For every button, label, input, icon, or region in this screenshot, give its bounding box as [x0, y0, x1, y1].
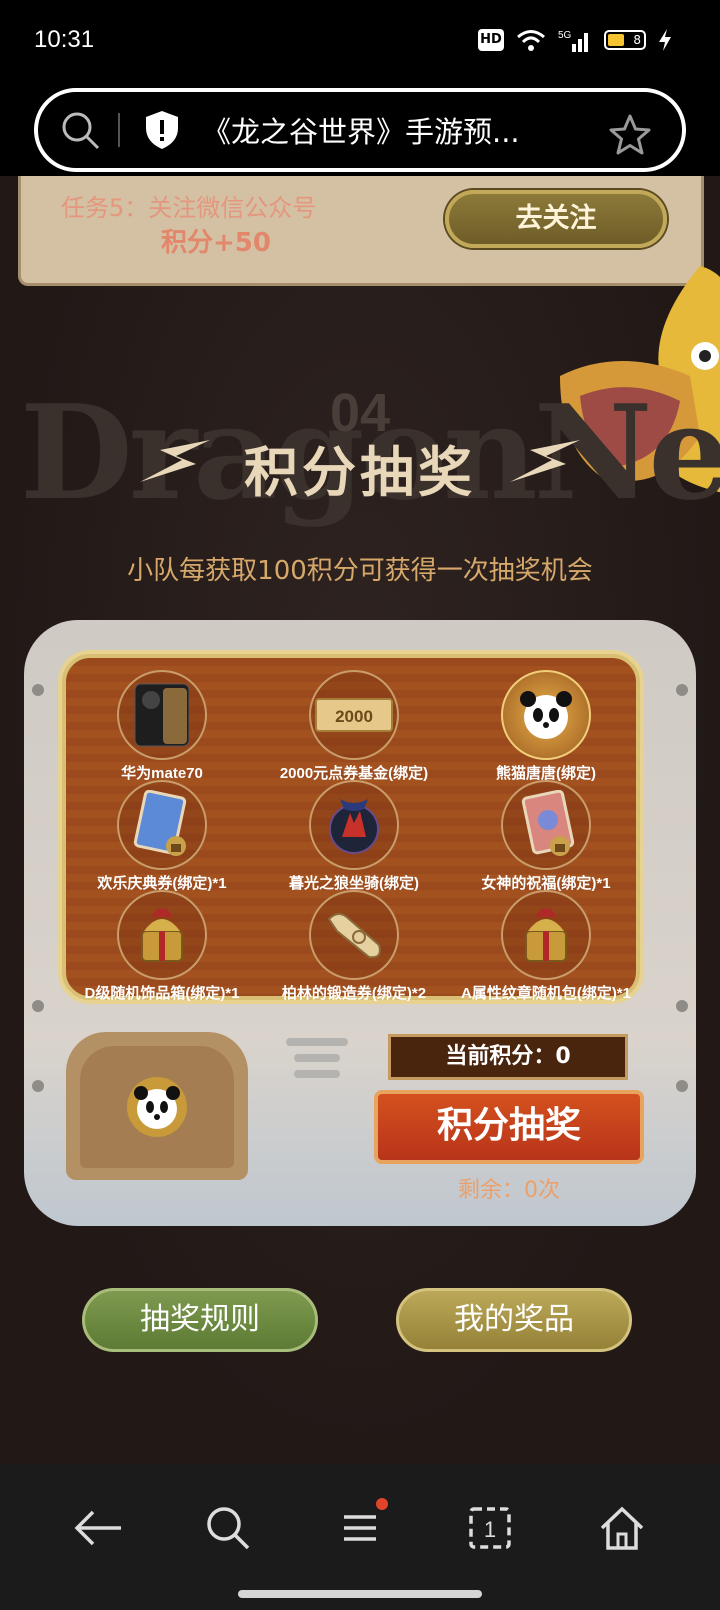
rules-button[interactable]: 抽奖规则	[82, 1288, 318, 1352]
back-arrow-icon	[74, 1510, 121, 1546]
menu-button[interactable]	[330, 1498, 390, 1558]
rivet	[32, 1080, 44, 1092]
current-points: 当前积分：0	[388, 1034, 628, 1080]
tabs-icon: 1	[469, 1507, 511, 1549]
search-icon[interactable]	[60, 110, 100, 150]
search-icon	[207, 1507, 250, 1550]
rivet	[32, 684, 44, 696]
voucher-icon: 2000	[309, 670, 399, 760]
gift-chest-icon	[501, 890, 591, 980]
prize-board: 华为mate70 2000 2000元点券基金(绑定) 熊猫唐唐(绑定) 欢乐庆…	[62, 654, 642, 1003]
prize-item[interactable]: A属性纹章随机包(绑定)*1	[450, 890, 642, 1003]
svg-text:1: 1	[484, 1517, 496, 1542]
result-slot-window	[80, 1046, 234, 1168]
shield-icon[interactable]	[144, 110, 180, 150]
rivet	[676, 1080, 688, 1092]
vent-slot	[294, 1070, 340, 1078]
lottery-machine: 华为mate70 2000 2000元点券基金(绑定) 熊猫唐唐(绑定) 欢乐庆…	[24, 620, 696, 1226]
lightning-right-icon	[510, 440, 580, 482]
vent-slot	[286, 1038, 348, 1046]
follow-button[interactable]: 去关注	[445, 190, 667, 248]
home-icon	[600, 1506, 644, 1550]
wifi-icon	[517, 30, 545, 51]
rivet	[32, 1000, 44, 1012]
back-button[interactable]	[68, 1498, 128, 1558]
wolf-mount-icon	[309, 780, 399, 870]
scroll-icon	[309, 890, 399, 980]
prize-item[interactable]: 欢乐庆典券(绑定)*1	[66, 780, 258, 893]
prize-item[interactable]: 柏林的锻造券(绑定)*2	[258, 890, 450, 1003]
prize-label: 柏林的锻造券(绑定)*2	[281, 985, 427, 1002]
svg-text:5G: 5G	[558, 30, 572, 41]
prize-item[interactable]: 华为mate70	[66, 670, 258, 783]
charging-icon	[659, 29, 671, 51]
status-time: 10:31	[34, 26, 95, 53]
vent-slot	[294, 1054, 340, 1062]
prize-item[interactable]: 暮光之狼坐骑(绑定)	[258, 780, 450, 893]
prize-label: A属性纹章随机包(绑定)*1	[460, 985, 631, 1002]
my-prizes-button[interactable]: 我的奖品	[396, 1288, 632, 1352]
prize-item[interactable]: D级随机饰品箱(绑定)*1	[66, 890, 258, 1003]
notification-dot	[376, 1498, 388, 1510]
hd-badge: HD	[478, 29, 504, 51]
battery-indicator: 8	[604, 30, 646, 50]
signal-icon: 5G	[558, 30, 588, 52]
address-divider	[118, 113, 120, 147]
rivet	[676, 684, 688, 696]
phone-icon	[117, 670, 207, 760]
panda-icon	[501, 670, 591, 760]
prize-item[interactable]: 女神的祝福(绑定)*1	[450, 780, 642, 893]
menu-icon	[344, 1515, 376, 1541]
browser-toolbar: 《龙之谷世界》手游预...	[0, 80, 720, 176]
address-bar[interactable]: 《龙之谷世界》手游预...	[34, 88, 686, 172]
gift-chest-icon	[117, 890, 207, 980]
status-icons: HD 5G 8	[478, 28, 672, 52]
section-title: 积分抽奖	[244, 441, 476, 504]
task-points: 积分+50	[161, 228, 271, 258]
prize-label: D级随机饰品箱(绑定)*1	[84, 985, 240, 1002]
bottom-nav: 1	[0, 1464, 720, 1610]
prize-item[interactable]: 熊猫唐唐(绑定)	[450, 670, 642, 783]
card-locked-icon	[501, 780, 591, 870]
result-slot	[66, 1032, 248, 1180]
status-bar: 10:31 HD 5G 8	[0, 0, 720, 80]
tabs-button[interactable]: 1	[460, 1498, 520, 1558]
home-indicator[interactable]	[238, 1590, 482, 1598]
task-label: 任务5：关注微信公众号	[61, 194, 317, 222]
rivet	[676, 1000, 688, 1012]
page-title[interactable]: 《龙之谷世界》手游预...	[202, 109, 562, 151]
page-content[interactable]: 任务5：关注微信公众号 积分+50 去关注 DragonNest 04 积分抽奖…	[0, 176, 720, 1464]
bookmark-star-icon[interactable]	[608, 114, 652, 156]
section-subtitle: 小队每获取100积分可获得一次抽奖机会	[127, 556, 593, 586]
search-button[interactable]	[198, 1498, 258, 1558]
remaining-draws: 剩余：0次	[458, 1178, 560, 1203]
home-button[interactable]	[592, 1498, 652, 1558]
voucher-amount: 2000	[335, 707, 373, 726]
card-locked-icon	[117, 780, 207, 870]
draw-button[interactable]: 积分抽奖	[374, 1090, 644, 1164]
panda-icon	[127, 1077, 187, 1137]
prize-item[interactable]: 2000 2000元点券基金(绑定)	[258, 670, 450, 783]
